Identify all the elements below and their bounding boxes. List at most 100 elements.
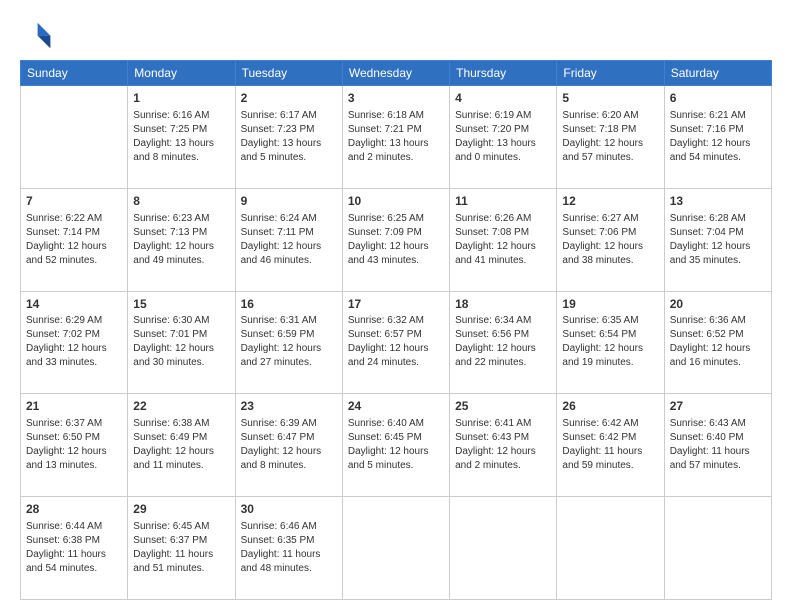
cell-info: Sunrise: 6:43 AM Sunset: 6:40 PM Dayligh… (670, 417, 766, 473)
calendar-cell: 18Sunrise: 6:34 AM Sunset: 6:56 PM Dayli… (450, 291, 557, 394)
calendar-cell: 24 Sunrise: 6:40 AM Sunset: 6:45 PM Dayli… (342, 394, 449, 497)
calendar-cell: 21 Sunrise: 6:37 AM Sunset: 6:50 PM Dayli… (21, 394, 128, 497)
cell-info: Sunrise: 6:39 AM Sunset: 6:47 PM Dayligh… (241, 417, 337, 473)
weekday-header-tuesday: Tuesday (235, 61, 342, 86)
calendar-body: 1 Sunrise: 6:16 AM Sunset: 7:25 PM Daylig… (21, 86, 772, 600)
calendar-cell: 5Sunrise: 6:20 AM Sunset: 7:18 PM Daylig… (557, 86, 664, 189)
weekday-header-saturday: Saturday (664, 61, 771, 86)
calendar-cell: 16Sunrise: 6:31 AM Sunset: 6:59 PM Dayli… (235, 291, 342, 394)
calendar-cell: 30 Sunrise: 6:46 AM Sunset: 6:35 PM Dayli… (235, 497, 342, 600)
calendar-header: SundayMondayTuesdayWednesdayThursdayFrid… (21, 61, 772, 86)
weekday-header-wednesday: Wednesday (342, 61, 449, 86)
calendar-week-1: 1 Sunrise: 6:16 AM Sunset: 7:25 PM Daylig… (21, 86, 772, 189)
calendar-cell: 19Sunrise: 6:35 AM Sunset: 6:54 PM Dayli… (557, 291, 664, 394)
cell-info: Sunrise: 6:27 AM Sunset: 7:06 PM Dayligh… (562, 212, 658, 268)
day-number: 8 (133, 193, 229, 210)
calendar-cell: 28 Sunrise: 6:44 AM Sunset: 6:38 PM Dayli… (21, 497, 128, 600)
calendar-cell: 20Sunrise: 6:36 AM Sunset: 6:52 PM Dayli… (664, 291, 771, 394)
day-number: 28 (26, 501, 122, 518)
cell-info: Sunrise: 6:29 AM Sunset: 7:02 PM Dayligh… (26, 314, 122, 370)
cell-info: Sunrise: 6:44 AM Sunset: 6:38 PM Dayligh… (26, 520, 122, 576)
calendar-cell (557, 497, 664, 600)
calendar-cell: 11 Sunrise: 6:26 AM Sunset: 7:08 PM Dayli… (450, 188, 557, 291)
day-number: 17 (348, 296, 444, 313)
calendar-week-3: 14Sunrise: 6:29 AM Sunset: 7:02 PM Dayli… (21, 291, 772, 394)
cell-info: Sunrise: 6:18 AM Sunset: 7:21 PM Dayligh… (348, 109, 444, 165)
weekday-row: SundayMondayTuesdayWednesdayThursdayFrid… (21, 61, 772, 86)
cell-info: Sunrise: 6:28 AM Sunset: 7:04 PM Dayligh… (670, 212, 766, 268)
page: SundayMondayTuesdayWednesdayThursdayFrid… (0, 0, 792, 612)
day-number: 29 (133, 501, 229, 518)
calendar-cell: 22 Sunrise: 6:38 AM Sunset: 6:49 PM Dayli… (128, 394, 235, 497)
calendar-cell (664, 497, 771, 600)
cell-info: Sunrise: 6:16 AM Sunset: 7:25 PM Dayligh… (133, 109, 229, 165)
day-number: 30 (241, 501, 337, 518)
day-number: 12 (562, 193, 658, 210)
day-number: 24 (348, 398, 444, 415)
cell-info: Sunrise: 6:25 AM Sunset: 7:09 PM Dayligh… (348, 212, 444, 268)
cell-info: Sunrise: 6:41 AM Sunset: 6:43 PM Dayligh… (455, 417, 551, 473)
calendar-cell: 6 Sunrise: 6:21 AM Sunset: 7:16 PM Daylig… (664, 86, 771, 189)
day-number: 18 (455, 296, 551, 313)
calendar-cell: 9 Sunrise: 6:24 AM Sunset: 7:11 PM Daylig… (235, 188, 342, 291)
calendar-cell: 3 Sunrise: 6:18 AM Sunset: 7:21 PM Daylig… (342, 86, 449, 189)
day-number: 11 (455, 193, 551, 210)
calendar-cell: 13Sunrise: 6:28 AM Sunset: 7:04 PM Dayli… (664, 188, 771, 291)
day-number: 6 (670, 90, 766, 107)
cell-info: Sunrise: 6:32 AM Sunset: 6:57 PM Dayligh… (348, 314, 444, 370)
day-number: 15 (133, 296, 229, 313)
cell-info: Sunrise: 6:35 AM Sunset: 6:54 PM Dayligh… (562, 314, 658, 370)
cell-info: Sunrise: 6:37 AM Sunset: 6:50 PM Dayligh… (26, 417, 122, 473)
calendar-table: SundayMondayTuesdayWednesdayThursdayFrid… (20, 60, 772, 600)
cell-info: Sunrise: 6:22 AM Sunset: 7:14 PM Dayligh… (26, 212, 122, 268)
logo (20, 18, 56, 50)
calendar-cell: 8Sunrise: 6:23 AM Sunset: 7:13 PM Daylig… (128, 188, 235, 291)
header (20, 18, 772, 50)
day-number: 10 (348, 193, 444, 210)
cell-info: Sunrise: 6:30 AM Sunset: 7:01 PM Dayligh… (133, 314, 229, 370)
day-number: 1 (133, 90, 229, 107)
day-number: 23 (241, 398, 337, 415)
weekday-header-monday: Monday (128, 61, 235, 86)
cell-info: Sunrise: 6:38 AM Sunset: 6:49 PM Dayligh… (133, 417, 229, 473)
weekday-header-thursday: Thursday (450, 61, 557, 86)
day-number: 2 (241, 90, 337, 107)
cell-info: Sunrise: 6:21 AM Sunset: 7:16 PM Dayligh… (670, 109, 766, 165)
cell-info: Sunrise: 6:36 AM Sunset: 6:52 PM Dayligh… (670, 314, 766, 370)
calendar-cell (450, 497, 557, 600)
day-number: 16 (241, 296, 337, 313)
day-number: 27 (670, 398, 766, 415)
calendar-cell: 7 Sunrise: 6:22 AM Sunset: 7:14 PM Daylig… (21, 188, 128, 291)
cell-info: Sunrise: 6:42 AM Sunset: 6:42 PM Dayligh… (562, 417, 658, 473)
calendar-week-2: 7 Sunrise: 6:22 AM Sunset: 7:14 PM Daylig… (21, 188, 772, 291)
day-number: 14 (26, 296, 122, 313)
cell-info: Sunrise: 6:19 AM Sunset: 7:20 PM Dayligh… (455, 109, 551, 165)
weekday-header-friday: Friday (557, 61, 664, 86)
calendar-cell: 15Sunrise: 6:30 AM Sunset: 7:01 PM Dayli… (128, 291, 235, 394)
cell-info: Sunrise: 6:24 AM Sunset: 7:11 PM Dayligh… (241, 212, 337, 268)
day-number: 20 (670, 296, 766, 313)
cell-info: Sunrise: 6:34 AM Sunset: 6:56 PM Dayligh… (455, 314, 551, 370)
cell-info: Sunrise: 6:46 AM Sunset: 6:35 PM Dayligh… (241, 520, 337, 576)
day-number: 7 (26, 193, 122, 210)
calendar-cell: 2 Sunrise: 6:17 AM Sunset: 7:23 PM Daylig… (235, 86, 342, 189)
day-number: 21 (26, 398, 122, 415)
day-number: 22 (133, 398, 229, 415)
cell-info: Sunrise: 6:45 AM Sunset: 6:37 PM Dayligh… (133, 520, 229, 576)
cell-info: Sunrise: 6:26 AM Sunset: 7:08 PM Dayligh… (455, 212, 551, 268)
day-number: 3 (348, 90, 444, 107)
cell-info: Sunrise: 6:40 AM Sunset: 6:45 PM Dayligh… (348, 417, 444, 473)
day-number: 25 (455, 398, 551, 415)
cell-info: Sunrise: 6:17 AM Sunset: 7:23 PM Dayligh… (241, 109, 337, 165)
day-number: 4 (455, 90, 551, 107)
calendar-cell: 23 Sunrise: 6:39 AM Sunset: 6:47 PM Dayli… (235, 394, 342, 497)
calendar-cell: 17Sunrise: 6:32 AM Sunset: 6:57 PM Dayli… (342, 291, 449, 394)
calendar-cell: 25 Sunrise: 6:41 AM Sunset: 6:43 PM Dayli… (450, 394, 557, 497)
calendar-cell: 1 Sunrise: 6:16 AM Sunset: 7:25 PM Daylig… (128, 86, 235, 189)
calendar-cell (342, 497, 449, 600)
day-number: 26 (562, 398, 658, 415)
calendar-cell: 27 Sunrise: 6:43 AM Sunset: 6:40 PM Dayli… (664, 394, 771, 497)
day-number: 9 (241, 193, 337, 210)
calendar-week-5: 28 Sunrise: 6:44 AM Sunset: 6:38 PM Dayli… (21, 497, 772, 600)
calendar-cell: 12 Sunrise: 6:27 AM Sunset: 7:06 PM Dayli… (557, 188, 664, 291)
